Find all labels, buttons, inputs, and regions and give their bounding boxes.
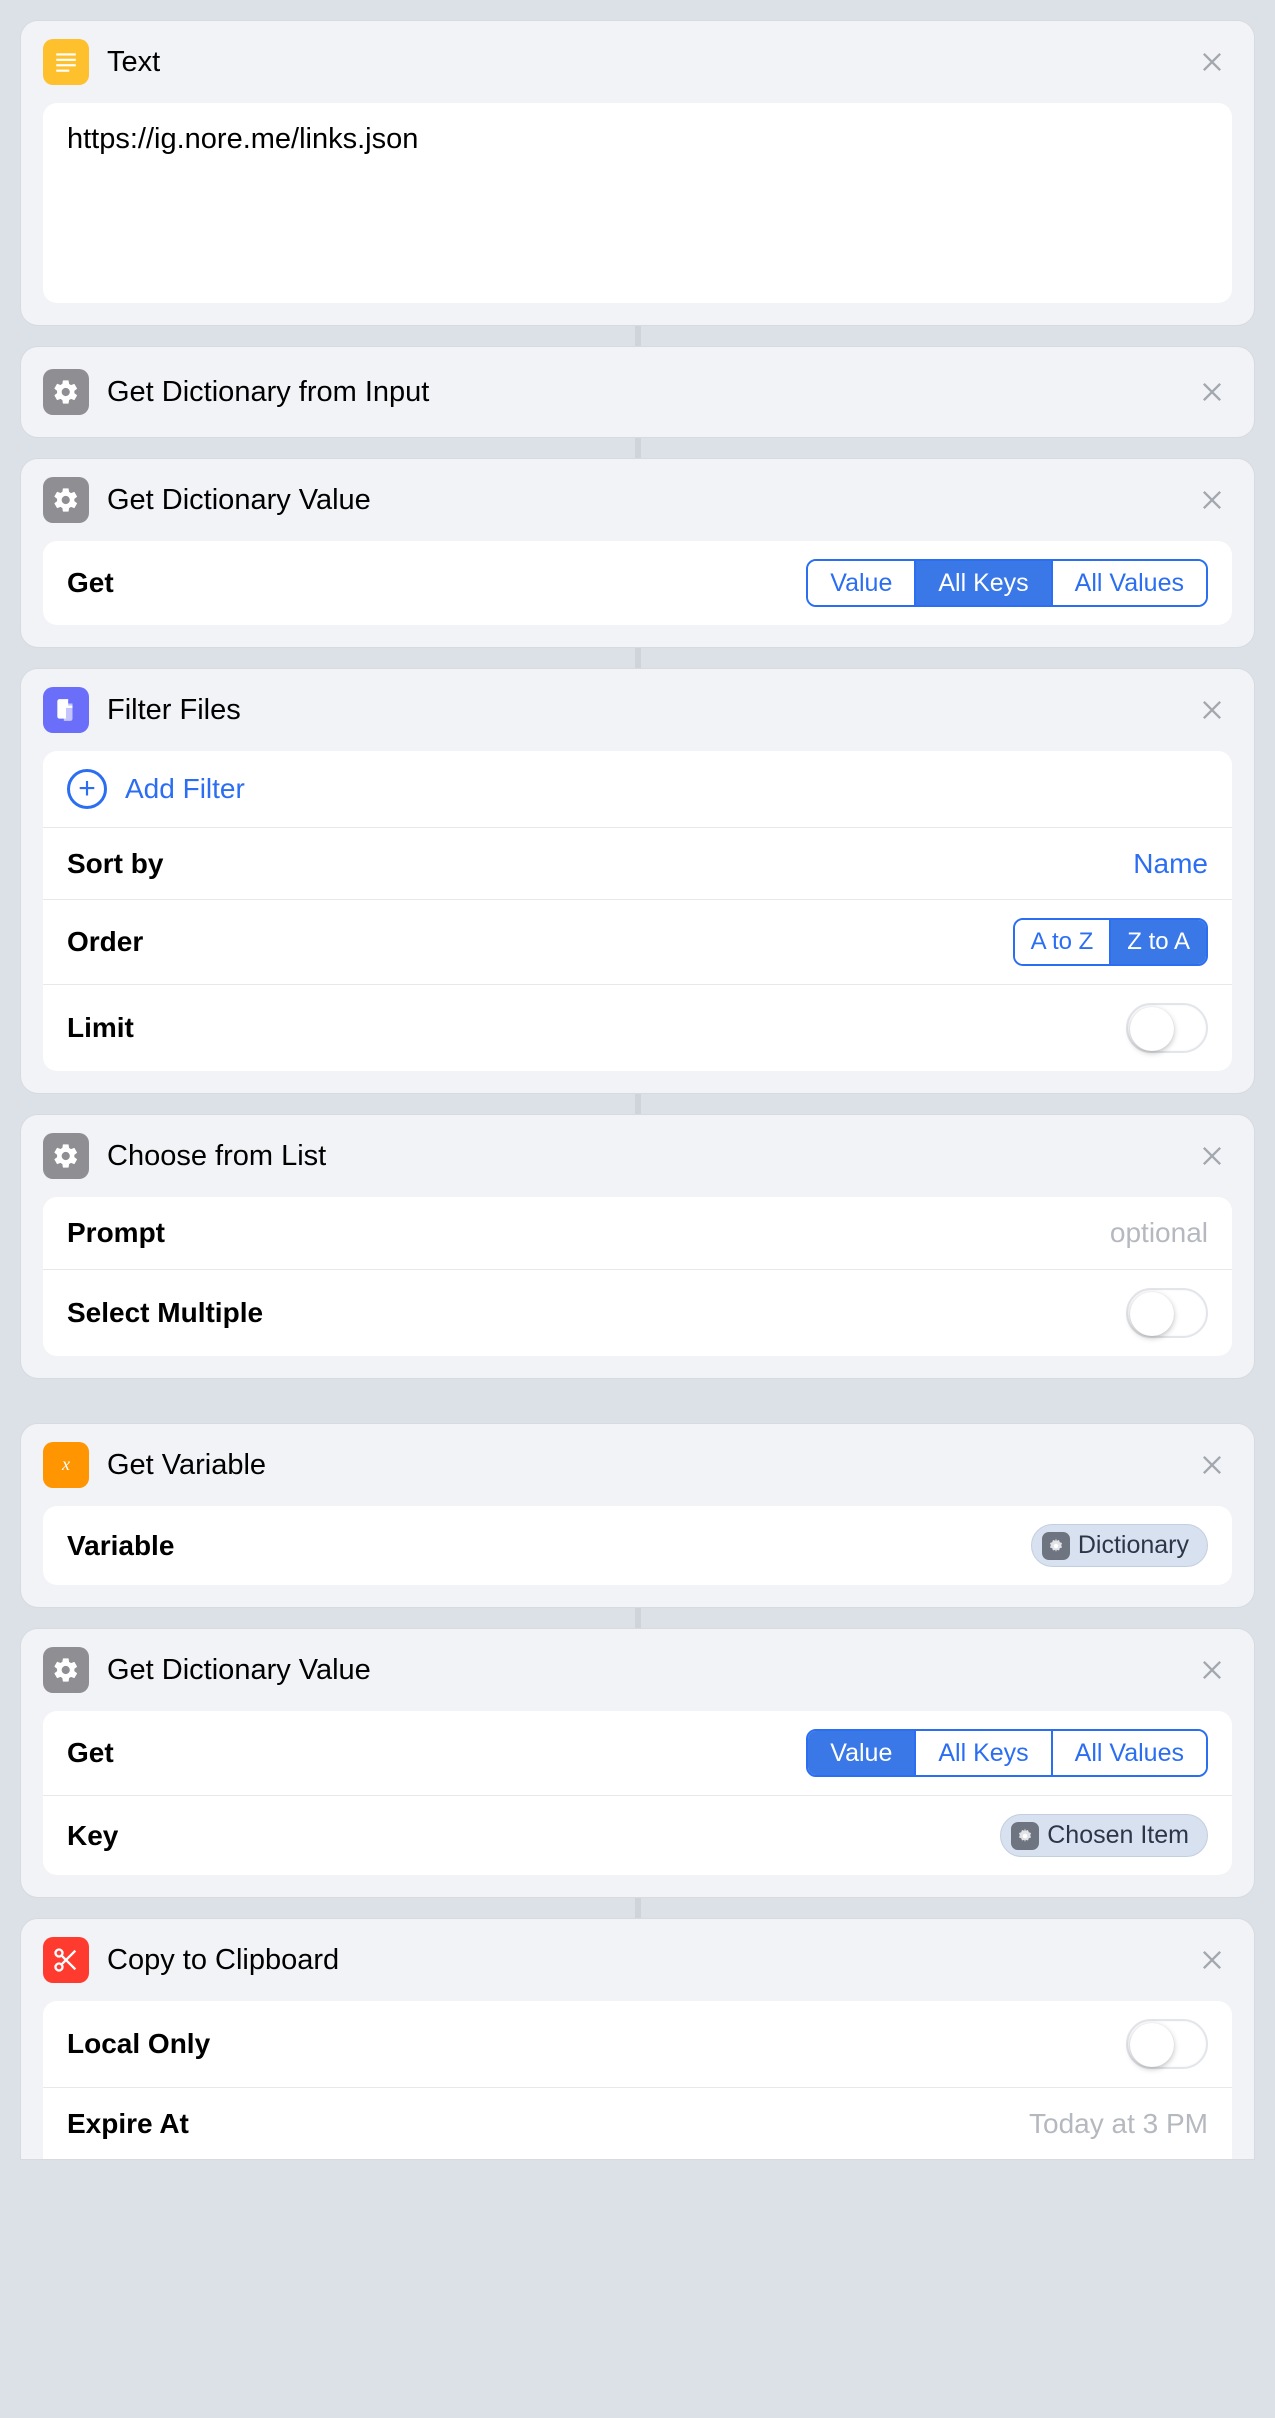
action-title: Get Dictionary Value	[107, 1654, 1194, 1687]
action-title: Choose from List	[107, 1140, 1194, 1173]
action-copy-to-clipboard: Copy to Clipboard Local Only Expire At T…	[20, 1918, 1255, 2160]
prompt-label: Prompt	[67, 1217, 165, 1249]
connector	[0, 1898, 1275, 1918]
workflow-container: Text https://ig.nore.me/links.json Get D…	[0, 0, 1275, 2160]
variable-pill[interactable]: Dictionary	[1031, 1524, 1208, 1567]
key-pill[interactable]: Chosen Item	[1000, 1814, 1208, 1857]
close-icon[interactable]	[1194, 482, 1230, 518]
connector	[0, 438, 1275, 458]
connector	[0, 326, 1275, 346]
variable-icon: x	[43, 1442, 89, 1488]
add-filter-button[interactable]: + Add Filter	[43, 751, 1232, 827]
action-title: Text	[107, 46, 1194, 79]
action-get-dictionary-value-2: Get Dictionary Value Get Value All Keys …	[20, 1628, 1255, 1898]
action-title: Filter Files	[107, 694, 1194, 727]
files-icon	[43, 687, 89, 733]
gear-icon	[43, 477, 89, 523]
action-title: Copy to Clipboard	[107, 1944, 1194, 1977]
close-icon[interactable]	[1194, 374, 1230, 410]
text-input[interactable]: https://ig.nore.me/links.json	[43, 103, 1232, 303]
svg-text:x: x	[61, 1454, 70, 1474]
select-multiple-toggle[interactable]	[1126, 1288, 1208, 1338]
seg-all-values[interactable]: All Values	[1051, 1731, 1206, 1775]
get-label: Get	[67, 1737, 114, 1769]
limit-label: Limit	[67, 1012, 134, 1044]
connector	[0, 1608, 1275, 1628]
prompt-input[interactable]: optional	[1110, 1217, 1208, 1249]
seg-all-keys[interactable]: All Keys	[914, 1731, 1050, 1775]
action-get-variable: x Get Variable Variable Dictionary	[20, 1423, 1255, 1608]
seg-all-keys[interactable]: All Keys	[914, 561, 1050, 605]
gear-mini-icon	[1042, 1532, 1070, 1560]
gear-icon	[43, 369, 89, 415]
expire-at-label: Expire At	[67, 2108, 189, 2140]
close-icon[interactable]	[1194, 44, 1230, 80]
order-label: Order	[67, 926, 143, 958]
seg-value[interactable]: Value	[808, 561, 914, 605]
text-icon	[43, 39, 89, 85]
local-only-label: Local Only	[67, 2028, 210, 2060]
close-icon[interactable]	[1194, 1942, 1230, 1978]
plus-icon: +	[67, 769, 107, 809]
action-title: Get Variable	[107, 1449, 1194, 1482]
close-icon[interactable]	[1194, 692, 1230, 728]
action-filter-files: Filter Files + Add Filter Sort by Name O…	[20, 668, 1255, 1094]
local-only-toggle[interactable]	[1126, 2019, 1208, 2069]
get-segmented-control[interactable]: Value All Keys All Values	[806, 559, 1208, 607]
get-label: Get	[67, 567, 114, 599]
close-icon[interactable]	[1194, 1652, 1230, 1688]
limit-toggle[interactable]	[1126, 1003, 1208, 1053]
gear-icon	[43, 1647, 89, 1693]
order-segmented-control[interactable]: A to Z Z to A	[1013, 918, 1208, 966]
action-text: Text https://ig.nore.me/links.json	[20, 20, 1255, 326]
sort-by-label: Sort by	[67, 848, 163, 880]
action-choose-from-list: Choose from List Prompt optional Select …	[20, 1114, 1255, 1379]
gear-mini-icon	[1011, 1822, 1039, 1850]
add-filter-label: Add Filter	[125, 773, 245, 805]
key-pill-label: Chosen Item	[1047, 1821, 1189, 1850]
select-multiple-label: Select Multiple	[67, 1297, 263, 1329]
action-get-dictionary-from-input: Get Dictionary from Input	[20, 346, 1255, 438]
connector	[0, 648, 1275, 668]
get-segmented-control[interactable]: Value All Keys All Values	[806, 1729, 1208, 1777]
action-title: Get Dictionary from Input	[107, 376, 1194, 409]
expire-at-input[interactable]: Today at 3 PM	[1029, 2108, 1208, 2140]
close-icon[interactable]	[1194, 1138, 1230, 1174]
sort-by-value[interactable]: Name	[1133, 848, 1208, 880]
variable-pill-label: Dictionary	[1078, 1531, 1189, 1560]
close-icon[interactable]	[1194, 1447, 1230, 1483]
gear-icon	[43, 1133, 89, 1179]
seg-a-to-z[interactable]: A to Z	[1015, 920, 1110, 964]
action-title: Get Dictionary Value	[107, 484, 1194, 517]
connector	[0, 1094, 1275, 1114]
scissors-icon	[43, 1937, 89, 1983]
seg-z-to-a[interactable]: Z to A	[1109, 920, 1206, 964]
variable-label: Variable	[67, 1530, 174, 1562]
key-label: Key	[67, 1820, 118, 1852]
action-get-dictionary-value-1: Get Dictionary Value Get Value All Keys …	[20, 458, 1255, 648]
seg-value[interactable]: Value	[808, 1731, 914, 1775]
seg-all-values[interactable]: All Values	[1051, 561, 1206, 605]
